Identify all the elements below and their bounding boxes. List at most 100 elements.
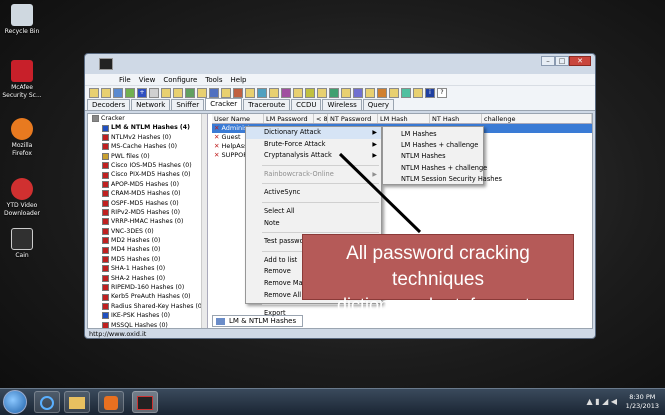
menu-item[interactable]: ActiveSync: [246, 187, 381, 199]
tree-item[interactable]: Cisco PIX-MD5 Hashes (0): [88, 170, 207, 179]
tool-icon[interactable]: [197, 87, 207, 98]
delete-icon[interactable]: [149, 87, 159, 98]
tab-cracker[interactable]: Cracker: [205, 98, 243, 110]
desktop-icon-cain[interactable]: Cain: [2, 228, 42, 260]
sniffer-icon[interactable]: [113, 87, 123, 98]
tab-sniffer[interactable]: Sniffer: [171, 99, 205, 110]
col-lm-password[interactable]: LM Password: [264, 114, 314, 123]
tool-icon[interactable]: [305, 87, 315, 98]
col-lt8[interactable]: < 8: [314, 114, 328, 123]
tab-network[interactable]: Network: [131, 99, 171, 110]
menu-item[interactable]: Select All: [246, 206, 381, 218]
start-button[interactable]: [3, 390, 27, 414]
tool-icon[interactable]: [353, 87, 363, 98]
tool-icon[interactable]: [233, 87, 243, 98]
tree-item[interactable]: MSSQL Hashes (0): [88, 321, 207, 328]
tool-icon[interactable]: [221, 87, 231, 98]
col-nt-hash[interactable]: NT Hash: [430, 114, 482, 123]
menu-item[interactable]: Note: [246, 218, 381, 230]
tool-icon[interactable]: [281, 87, 291, 98]
tab-decoders[interactable]: Decoders: [87, 99, 131, 110]
tree-item[interactable]: APOP-MD5 Hashes (0): [88, 180, 207, 189]
submenu-item[interactable]: NTLM Hashes + challenge: [383, 163, 487, 174]
tool-icon[interactable]: [257, 87, 267, 98]
tree-root-cracker[interactable]: Cracker: [88, 114, 207, 123]
menu-help[interactable]: Help: [231, 76, 247, 84]
tool-icon[interactable]: [209, 87, 219, 98]
col-challenge[interactable]: challenge: [482, 114, 592, 123]
tool-icon[interactable]: [365, 87, 375, 98]
col-lm-hash[interactable]: LM Hash: [378, 114, 430, 123]
open-icon[interactable]: [89, 87, 99, 98]
menu-item[interactable]: Cryptanalysis Attack ▶: [246, 150, 381, 162]
tool-icon[interactable]: [245, 87, 255, 98]
menu-file[interactable]: File: [119, 76, 131, 84]
tool-icon[interactable]: [413, 87, 423, 98]
col-user-name[interactable]: User Name: [212, 114, 264, 123]
add-icon[interactable]: +: [137, 87, 147, 98]
tray-icons[interactable]: ▲ ▮ ◢ ◀: [587, 397, 618, 406]
tool-icon[interactable]: [389, 87, 399, 98]
tab-ccdu[interactable]: CCDU: [291, 99, 322, 110]
tree-item[interactable]: NTLMv2 Hashes (0): [88, 133, 207, 142]
submenu-item[interactable]: LM Hashes + challenge: [383, 140, 483, 151]
info-icon[interactable]: i: [425, 87, 435, 98]
tool-icon[interactable]: [185, 87, 195, 98]
col-nt-password[interactable]: NT Password: [328, 114, 378, 123]
tool-icon[interactable]: [401, 87, 411, 98]
tree-item[interactable]: Kerb5 PreAuth Hashes (0): [88, 292, 207, 301]
tool-icon[interactable]: [293, 87, 303, 98]
tree-item[interactable]: RIPEMD-160 Hashes (0): [88, 283, 207, 292]
explorer-taskbar-icon[interactable]: [64, 391, 90, 413]
tree-item[interactable]: Cisco IOS-MD5 Hashes (0): [88, 161, 207, 170]
desktop-icon-ytd[interactable]: YTD Video Downloader: [2, 178, 42, 218]
tree-item[interactable]: VRRP-HMAC Hashes (0): [88, 217, 207, 226]
media-player-taskbar-icon[interactable]: [98, 391, 124, 413]
tree-item[interactable]: MD2 Hashes (0): [88, 236, 207, 245]
submenu-item[interactable]: NTLM Hashes: [383, 151, 483, 162]
tree-item[interactable]: SHA-2 Hashes (0): [88, 274, 207, 283]
minimize-button[interactable]: –: [541, 56, 555, 66]
tree-item[interactable]: VNC-3DES (0): [88, 227, 207, 236]
save-icon[interactable]: [101, 87, 111, 98]
tree-item[interactable]: MS-Cache Hashes (0): [88, 142, 207, 151]
tree-item[interactable]: RIPv2-MD5 Hashes (0): [88, 208, 207, 217]
cain-taskbar-icon[interactable]: [132, 391, 158, 413]
tab-traceroute[interactable]: Traceroute: [243, 99, 291, 110]
tab-wireless[interactable]: Wireless: [322, 99, 362, 110]
clock[interactable]: 8:30 PM 1/23/2013: [626, 393, 659, 411]
tool-icon[interactable]: [377, 87, 387, 98]
submenu-item[interactable]: NTLM Session Security Hashes: [383, 174, 502, 185]
tool-icon[interactable]: [269, 87, 279, 98]
tool-icon[interactable]: [317, 87, 327, 98]
ie-taskbar-icon[interactable]: [34, 391, 60, 413]
tree-item[interactable]: SHA-1 Hashes (0): [88, 264, 207, 273]
submenu-item[interactable]: LM Hashes: [383, 129, 483, 140]
tree-item[interactable]: MD4 Hashes (0): [88, 245, 207, 254]
apr-icon[interactable]: [125, 87, 135, 98]
tree-item[interactable]: MD5 Hashes (0): [88, 255, 207, 264]
help-icon[interactable]: ?: [437, 87, 447, 98]
menu-configure[interactable]: Configure: [163, 76, 197, 84]
tree-item[interactable]: LM & NTLM Hashes (4): [88, 123, 207, 132]
tool-icon[interactable]: [341, 87, 351, 98]
menu-tools[interactable]: Tools: [205, 76, 222, 84]
tool-icon[interactable]: [161, 87, 171, 98]
menu-item[interactable]: Brute-Force Attack ▶: [246, 139, 381, 151]
tool-icon[interactable]: [329, 87, 339, 98]
tree-item[interactable]: Radius Shared-Key Hashes (0): [88, 302, 207, 311]
maximize-button[interactable]: □: [555, 56, 569, 66]
tree-scrollbar[interactable]: [201, 114, 207, 328]
tree-item[interactable]: IKE-PSK Hashes (0): [88, 311, 207, 320]
close-button[interactable]: ✕: [569, 56, 591, 66]
tree-item[interactable]: OSPF-MD5 Hashes (0): [88, 199, 207, 208]
tool-icon[interactable]: [173, 87, 183, 98]
menu-item[interactable]: Dictionary Attack ▶: [246, 127, 381, 139]
desktop-icon-mcafee[interactable]: McAfee Security Sc...: [2, 60, 42, 100]
tab-query[interactable]: Query: [362, 99, 395, 110]
tree-item[interactable]: CRAM-MD5 Hashes (0): [88, 189, 207, 198]
desktop-icon-firefox[interactable]: Mozilla Firefox: [2, 118, 42, 158]
menu-view[interactable]: View: [139, 76, 156, 84]
desktop-icon-recycle-bin[interactable]: Recycle Bin: [2, 4, 42, 36]
tree-item[interactable]: PWL files (0): [88, 152, 207, 161]
